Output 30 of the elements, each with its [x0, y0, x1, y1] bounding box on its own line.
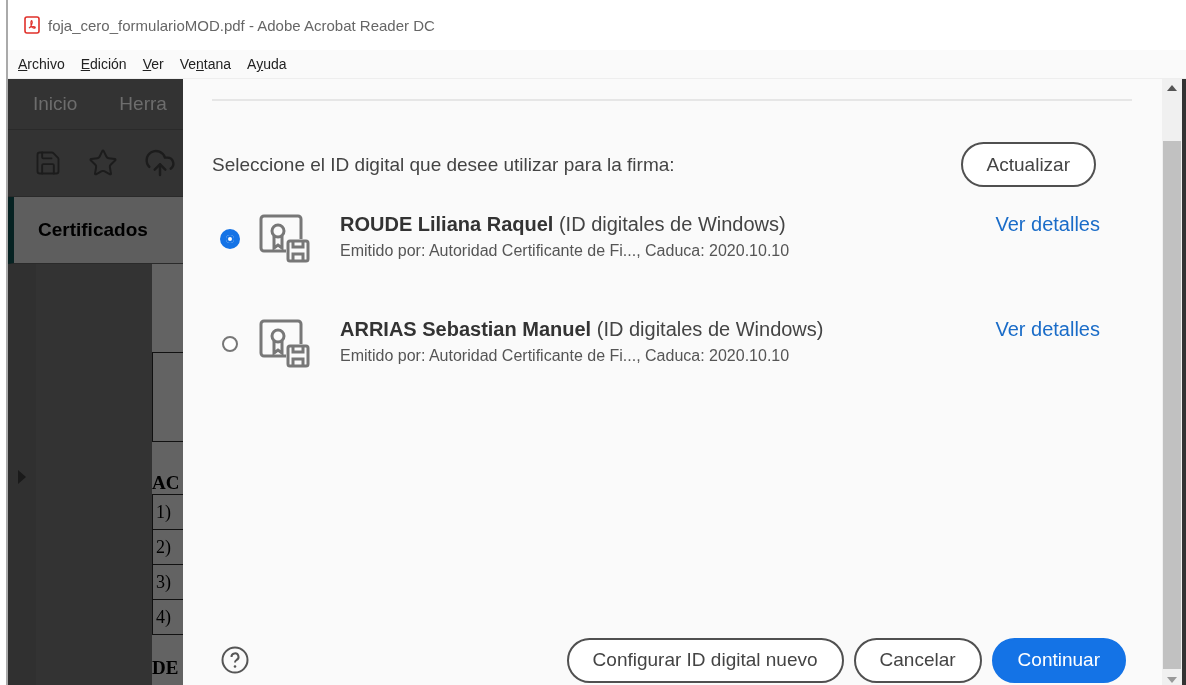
menu-item[interactable]: Ventana	[179, 56, 232, 72]
menu-item[interactable]: Archivo	[18, 56, 65, 72]
details-link[interactable]: Ver detalles	[995, 213, 1100, 236]
pdf-file-icon	[24, 16, 40, 34]
digital-id-issuer: Emitido por: Autoridad Certificante de Fi..., Caduca: 2020.10.10	[340, 242, 791, 260]
document-heading: AC	[152, 472, 181, 494]
secondary-button[interactable]: Cancelar	[853, 637, 982, 683]
save-icon[interactable]	[34, 149, 62, 177]
digital-id-name: ROUDE Liliana Raquel (ID digitales de Windows)	[340, 213, 787, 236]
details-link[interactable]: Ver detalles	[995, 318, 1100, 341]
radio-button[interactable]	[220, 229, 240, 249]
menu-item[interactable]: Ver	[142, 56, 164, 72]
menu-item[interactable]: Ayuda	[247, 56, 287, 72]
window-title: foja_cero_formularioMOD.pdf - Adobe Acrobat Reader DC	[48, 16, 435, 34]
scroll-down-icon[interactable]	[1167, 677, 1177, 683]
scrollbar-thumb[interactable]	[1163, 141, 1181, 669]
primary-button[interactable]: Continuar	[991, 637, 1126, 683]
panel-title: Certificados	[38, 219, 148, 241]
radio-button[interactable]	[222, 336, 238, 352]
scroll-up-icon[interactable]	[1167, 85, 1177, 91]
help-icon[interactable]	[221, 646, 249, 674]
digital-id-name: ARRIAS Sebastian Manuel (ID digitales de Windows)	[340, 318, 825, 341]
menu-item[interactable]: Edición	[80, 56, 127, 72]
dialog-prompt: Seleccione el ID digital que desee utilizar para la firma:	[212, 153, 675, 176]
digital-id-issuer: Emitido por: Autoridad Certificante de Fi..., Caduca: 2020.10.10	[340, 347, 791, 365]
cloud-upload-icon[interactable]	[144, 147, 176, 179]
document-heading: DE	[152, 657, 180, 679]
secondary-button[interactable]: Configurar ID digital nuevo	[566, 637, 844, 683]
star-icon[interactable]	[88, 148, 118, 178]
refresh-button[interactable]: Actualizar	[960, 142, 1096, 187]
